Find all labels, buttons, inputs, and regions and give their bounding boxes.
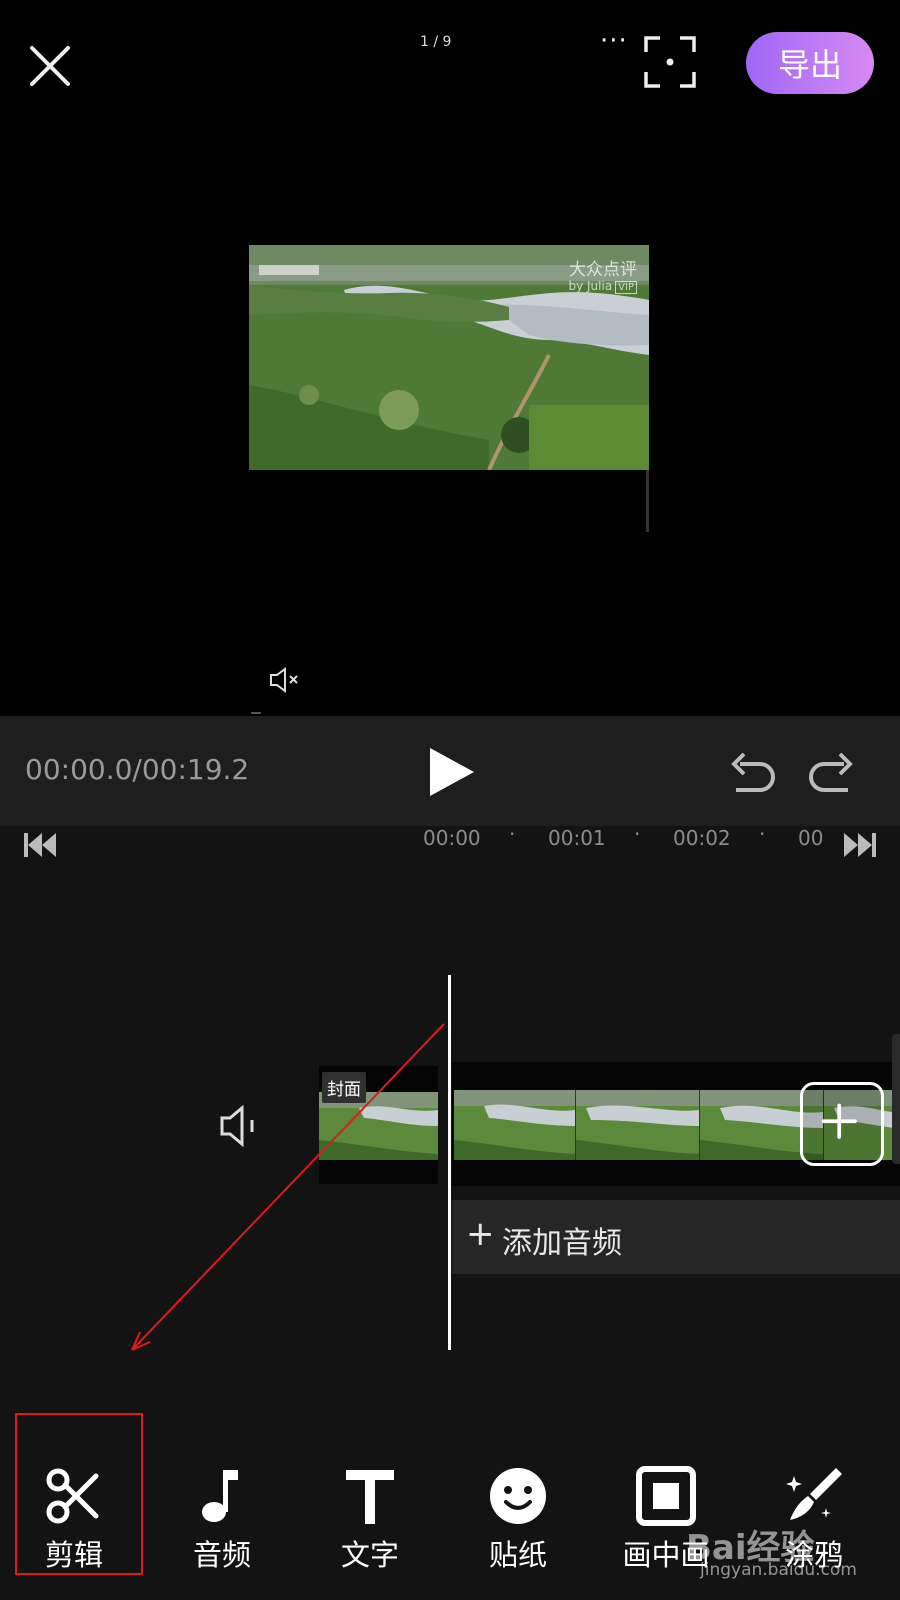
watermark-author: by Julia VIP: [568, 279, 637, 294]
muted-speaker-icon[interactable]: [268, 666, 304, 694]
video-preview[interactable]: 大众点评 by Julia VIP: [249, 245, 649, 470]
preview-edge: [646, 470, 649, 532]
add-audio-button[interactable]: + 添加音频: [452, 1200, 900, 1274]
undo-icon[interactable]: [726, 746, 778, 798]
redo-icon[interactable]: [806, 746, 858, 798]
watermark-text: 大众点评: [569, 260, 637, 280]
ruler-tick-label: 00:00: [423, 826, 481, 850]
tool-label: 文字: [340, 1538, 399, 1572]
tool-sticker[interactable]: 贴纸: [444, 1396, 592, 1600]
ruler-dot: ·: [634, 822, 641, 846]
preview-tick: [251, 712, 261, 714]
tool-text[interactable]: 文字: [296, 1396, 444, 1600]
play-icon[interactable]: [426, 746, 478, 798]
ruler-tick-label: 00:01: [548, 826, 606, 850]
ruler-tick-label: 00:02: [673, 826, 731, 850]
tool-label: 贴纸: [488, 1538, 547, 1572]
close-icon[interactable]: [22, 38, 78, 94]
clip-frame: [454, 1090, 576, 1160]
highlight-box: [15, 1413, 143, 1575]
picture-in-picture-icon: [636, 1466, 696, 1526]
smiley-icon: [490, 1468, 546, 1524]
playback-control-bar: 00:00.0/00:19.2: [0, 716, 900, 826]
cover-clip[interactable]: 封面: [319, 1066, 438, 1184]
playhead[interactable]: [448, 975, 451, 1350]
ruler-tick-label: 00: [798, 826, 824, 850]
magic-brush-icon: [786, 1468, 842, 1520]
ruler-dot: ·: [509, 822, 516, 846]
tool-audio[interactable]: 音频: [148, 1396, 296, 1600]
tool-label: 音频: [192, 1538, 251, 1572]
cover-label: 封面: [322, 1072, 366, 1103]
music-note-icon: [202, 1470, 238, 1522]
ruler-dot: ·: [759, 822, 766, 846]
baidu-watermark-url: jingyan.baidu.com: [700, 1560, 857, 1580]
more-options-icon[interactable]: ···: [600, 26, 628, 56]
watermark-author-name: by Julia: [568, 279, 613, 293]
clip-frame: [576, 1090, 700, 1160]
fullscreen-icon[interactable]: [644, 36, 696, 88]
page-indicator: 1 / 9: [420, 34, 452, 50]
skip-to-end-icon[interactable]: [842, 830, 878, 860]
track-volume-icon[interactable]: [218, 1104, 268, 1148]
add-audio-label: 添加音频: [502, 1226, 622, 1261]
skip-to-start-icon[interactable]: [22, 830, 58, 860]
text-icon: [346, 1470, 394, 1524]
plus-icon: +: [466, 1214, 495, 1254]
export-button[interactable]: 导出: [746, 32, 874, 94]
time-readout: 00:00.0/00:19.2: [25, 753, 250, 786]
vip-badge: VIP: [615, 281, 637, 294]
track-side-handle[interactable]: [892, 1034, 900, 1164]
add-clip-button[interactable]: [800, 1082, 884, 1166]
